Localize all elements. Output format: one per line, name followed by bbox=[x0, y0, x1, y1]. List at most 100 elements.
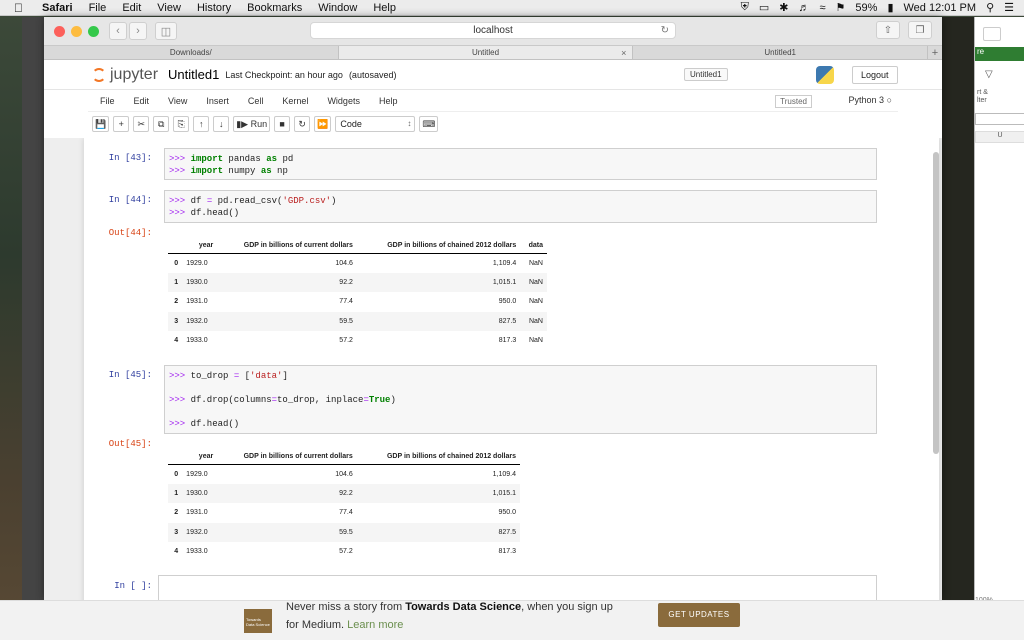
code-line: >>> import pandas as pd bbox=[169, 154, 294, 164]
table-cell: 1930.0 bbox=[182, 272, 218, 292]
forward-icon[interactable]: › bbox=[129, 22, 147, 40]
jmenu-widgets[interactable]: Widgets bbox=[327, 96, 360, 106]
battery-percent[interactable]: 59% bbox=[855, 2, 877, 14]
jupyter-header: jupyter Untitled1 Last Checkpoint: an ho… bbox=[44, 60, 942, 90]
table-cell: 59.5 bbox=[217, 522, 357, 542]
notification-center-icon[interactable]: ☰ bbox=[1004, 1, 1014, 14]
jupyter-logo[interactable]: jupyter bbox=[92, 66, 158, 84]
trusted-badge[interactable]: Trusted bbox=[775, 95, 812, 108]
tabs-overview-icon[interactable]: ❐ bbox=[908, 21, 932, 39]
empty-code-cell[interactable] bbox=[158, 575, 877, 600]
restart-icon[interactable]: ↻ bbox=[294, 116, 311, 132]
notebook-page: In [43]: >>> import pandas as pd >>> imp… bbox=[84, 138, 939, 600]
menu-bookmarks[interactable]: Bookmarks bbox=[247, 2, 302, 14]
spotlight-icon[interactable]: ⚲ bbox=[986, 1, 994, 14]
code-cell-44[interactable]: >>> df = pd.read_csv('GDP.csv') >>> df.h… bbox=[164, 190, 877, 223]
zoom-window-button[interactable] bbox=[88, 25, 99, 37]
menu-view[interactable]: View bbox=[157, 2, 181, 14]
run-button[interactable]: ▮▶ Run bbox=[233, 116, 271, 132]
banner-post: , when you sign up bbox=[521, 601, 613, 613]
code-cell-45[interactable]: >>> to_drop = ['data'] >>> df.drop(colum… bbox=[164, 365, 877, 434]
close-window-button[interactable] bbox=[54, 25, 65, 37]
account-icon[interactable] bbox=[983, 27, 1001, 41]
notebook-scrollbar[interactable] bbox=[933, 152, 939, 454]
clock[interactable]: Wed 12:01 PM bbox=[904, 2, 977, 14]
command-palette-icon[interactable]: ⌨ bbox=[419, 116, 439, 132]
jmenu-file[interactable]: File bbox=[100, 96, 115, 106]
address-bar[interactable]: localhost ↻ bbox=[310, 22, 676, 39]
tab-label: Untitled1 bbox=[764, 48, 796, 57]
banner-line2: for Medium. bbox=[286, 619, 345, 631]
banner-publication: Towards Data Science bbox=[405, 601, 522, 613]
jmenu-insert[interactable]: Insert bbox=[206, 96, 229, 106]
save-icon[interactable]: 💾 bbox=[92, 116, 110, 132]
jmenu-kernel[interactable]: Kernel bbox=[282, 96, 308, 106]
table-cell: 1933.0 bbox=[186, 337, 208, 345]
cut-icon[interactable]: ✂ bbox=[133, 116, 150, 132]
output-prompt: Out[45]: bbox=[108, 439, 152, 449]
table-cell: NaN bbox=[528, 337, 543, 345]
logout-button[interactable]: Logout bbox=[852, 66, 898, 84]
table-cell: 1,015.1 bbox=[356, 483, 520, 503]
row-index: 2 bbox=[174, 509, 179, 517]
jmenu-help[interactable]: Help bbox=[379, 96, 398, 106]
sort-label: rt & bbox=[977, 89, 988, 96]
jmenu-edit[interactable]: Edit bbox=[134, 96, 150, 106]
battery-icon[interactable]: ▮ bbox=[887, 1, 893, 14]
ribbon-tab: re bbox=[975, 47, 1024, 61]
menu-file[interactable]: File bbox=[89, 2, 107, 14]
flag-icon[interactable]: ⚑ bbox=[836, 1, 846, 14]
table-row: 2 1931.0 77.4 950.0 bbox=[168, 503, 520, 523]
tab-downloads[interactable]: Downloads/ bbox=[44, 46, 339, 59]
filter-icon[interactable]: ▽ bbox=[985, 69, 993, 80]
copy-icon[interactable]: ⧉ bbox=[153, 116, 170, 132]
menu-app-safari[interactable]: Safari bbox=[42, 2, 73, 14]
sidebar-icon[interactable]: ◫ bbox=[155, 22, 177, 40]
back-icon[interactable]: ‹ bbox=[109, 22, 127, 40]
minimize-window-button[interactable] bbox=[71, 25, 82, 37]
table-cell: 1,015.1 bbox=[356, 272, 521, 292]
share-icon[interactable]: ⇧ bbox=[876, 21, 900, 39]
menu-window[interactable]: Window bbox=[318, 2, 357, 14]
table-cell: 104.6 bbox=[335, 259, 353, 267]
airplay-icon[interactable]: ▭ bbox=[759, 1, 769, 14]
safari-window: ‹ › ◫ localhost ↻ ⇧ ❐ Downloads/ Untitle… bbox=[44, 17, 942, 600]
name-box[interactable] bbox=[975, 113, 1024, 125]
jupyter-logo-icon bbox=[92, 67, 106, 82]
insert-cell-icon[interactable]: + bbox=[113, 116, 130, 132]
volume-icon[interactable]: ♬ bbox=[798, 2, 809, 14]
reload-icon[interactable]: ↻ bbox=[661, 23, 669, 39]
python-logo-icon bbox=[816, 66, 834, 84]
shield-icon[interactable]: ⛨ bbox=[741, 1, 749, 14]
learn-more-link[interactable]: Learn more bbox=[347, 619, 403, 631]
notebook-name[interactable]: Untitled1 bbox=[168, 67, 219, 82]
interrupt-icon[interactable]: ■ bbox=[274, 116, 291, 132]
status-area: ⛨ ▭ ✱ ♬ ≈ ⚑ 59% ▮ Wed 12:01 PM ⚲ ☰ bbox=[741, 1, 1024, 14]
new-tab-icon[interactable]: + bbox=[928, 46, 942, 59]
tds-logo: Towards Data Science bbox=[244, 609, 272, 633]
jmenu-cell[interactable]: Cell bbox=[248, 96, 264, 106]
menu-history[interactable]: History bbox=[197, 2, 231, 14]
table-cell: 817.3 bbox=[498, 548, 516, 556]
jmenu-view[interactable]: View bbox=[168, 96, 187, 106]
move-down-icon[interactable]: ↓ bbox=[213, 116, 230, 132]
menu-help[interactable]: Help bbox=[373, 2, 396, 14]
code-cell-43[interactable]: >>> import pandas as pd >>> import numpy… bbox=[164, 148, 877, 180]
wifi-icon[interactable]: ≈ bbox=[819, 2, 825, 14]
table-cell: NaN bbox=[520, 311, 547, 331]
close-tab-icon[interactable]: × bbox=[621, 46, 626, 60]
kernel-indicator[interactable]: Python 3 ○ bbox=[849, 95, 892, 105]
medium-signup-banner: Towards Data Science Never miss a story … bbox=[0, 600, 1024, 640]
get-updates-button[interactable]: GET UPDATES bbox=[658, 603, 740, 627]
cell-type-select[interactable]: Code bbox=[335, 116, 416, 132]
tab-untitled1[interactable]: Untitled1 bbox=[633, 46, 929, 59]
restart-run-all-icon[interactable]: ⏩ bbox=[314, 116, 332, 132]
paste-icon[interactable]: ⎘ bbox=[173, 116, 190, 132]
table-cell: NaN bbox=[528, 259, 543, 267]
menu-edit[interactable]: Edit bbox=[122, 2, 141, 14]
bluetooth-icon[interactable]: ✱ bbox=[779, 1, 788, 14]
tab-untitled[interactable]: Untitled × bbox=[338, 46, 634, 60]
move-up-icon[interactable]: ↑ bbox=[193, 116, 210, 132]
apple-icon[interactable]:  bbox=[14, 1, 28, 15]
background-window-left bbox=[22, 17, 44, 600]
